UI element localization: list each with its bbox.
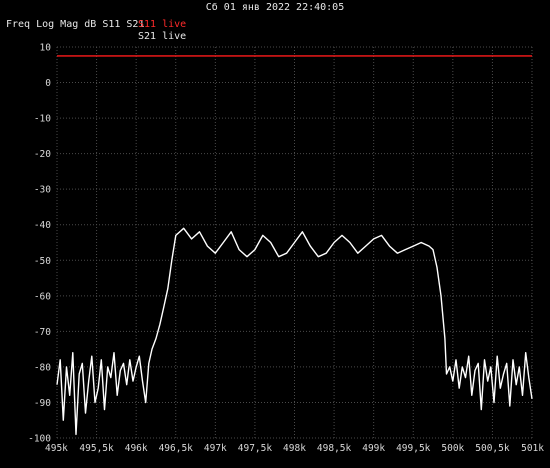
- y-tick-label: -90: [34, 398, 51, 409]
- x-tick-label: 498k: [283, 443, 306, 454]
- y-tick-label: -40: [34, 220, 51, 231]
- x-tick-label: 495k: [45, 443, 68, 454]
- x-tick-label: 496,5k: [159, 443, 194, 454]
- y-tick-label: -80: [34, 362, 51, 373]
- x-tick-label: 497,5k: [238, 443, 273, 454]
- x-tick-label: 500k: [441, 443, 464, 454]
- y-tick-label: 10: [40, 43, 52, 54]
- x-tick-label: 497k: [204, 443, 227, 454]
- y-tick-label: -70: [34, 327, 51, 338]
- plot-area: 100-10-20-30-40-50-60-70-80-90-100 495k 4…: [28, 43, 544, 455]
- y-tick-label: -50: [34, 256, 51, 267]
- x-tick-label: 498,5k: [317, 443, 352, 454]
- x-tick-label: 499,5k: [396, 443, 431, 454]
- x-tick-labels: 495k 495,5k 496k 496,5k 497k 497,5k 498k 498,5k…: [45, 443, 544, 454]
- x-tick-label: 501k: [521, 443, 544, 454]
- y-tick-label: -20: [34, 149, 51, 160]
- y-tick-labels: 100-10-20-30-40-50-60-70-80-90-100: [28, 43, 51, 445]
- y-tick-label: 0: [45, 78, 51, 89]
- x-tick-label: 500,5k: [475, 443, 510, 454]
- x-tick-label: 495,5k: [79, 443, 114, 454]
- x-tick-label: 496k: [125, 443, 148, 454]
- y-tick-label: -10: [34, 114, 51, 125]
- x-tick-label: 499k: [362, 443, 385, 454]
- y-tick-label: -60: [34, 291, 51, 302]
- y-tick-label: -30: [34, 185, 51, 196]
